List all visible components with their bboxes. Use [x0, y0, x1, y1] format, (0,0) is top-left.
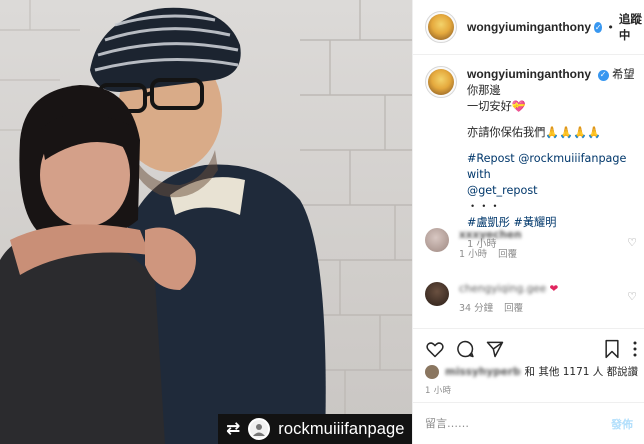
comment-meta: 1 小時 回覆 — [459, 247, 619, 262]
author-username[interactable]: wongyiuminganthony — [467, 20, 591, 34]
caption-verified-icon: ✓ — [597, 69, 609, 81]
comment-item: xxxyechen 1 小時 回覆 ♡ — [425, 228, 639, 262]
heart-icon[interactable] — [425, 339, 445, 359]
comment-box: 發佈 — [413, 402, 644, 444]
commenter-username[interactable]: chengyiqing.gee — [459, 283, 546, 295]
reply-button[interactable]: 回覆 — [498, 249, 517, 260]
liker-username[interactable]: missyhyperb — [445, 366, 521, 378]
author-avatar[interactable] — [425, 11, 457, 43]
caption: wongyiuminganthony ✓ 希望你那邊 一切安好💝 亦請你保佑我們… — [425, 66, 637, 253]
likes-text: 和 其他 1171 人 都說讚 — [524, 366, 639, 378]
caption-line-6: ・・・ — [467, 200, 501, 213]
comment-like-icon[interactable]: ♡ — [627, 236, 637, 249]
share-icon[interactable] — [485, 339, 505, 359]
caption-line-3: 亦請你保佑我們🙏🙏🙏🙏 — [467, 126, 602, 139]
reply-button[interactable]: 回覆 — [504, 303, 523, 314]
bookmark-icon[interactable] — [603, 339, 621, 359]
post-side-panel: wongyiuminganthony ✓ • 追蹤中 wongyiumingan… — [412, 0, 644, 444]
liker-avatar — [425, 364, 439, 379]
repost-account: rockmuiiifanpage — [278, 419, 405, 438]
repost-avatar — [248, 418, 271, 440]
comment-text: ❤ — [549, 283, 559, 295]
comment-time: 34 分鐘 — [459, 303, 494, 314]
comment-input[interactable] — [425, 417, 575, 430]
action-bar — [413, 328, 644, 368]
more-icon[interactable] — [628, 339, 642, 359]
comment-like-icon[interactable]: ♡ — [627, 290, 637, 303]
photo-illustration — [0, 0, 412, 444]
post-header: wongyiuminganthony ✓ • 追蹤中 — [413, 0, 644, 55]
comment-item: chengyiqing.gee ❤ 34 分鐘 回覆 ♡ — [425, 282, 639, 316]
repost-icon: ⇄ — [226, 418, 241, 439]
caption-line-2: 一切安好💝 — [467, 100, 526, 113]
post-timestamp: 1 小時 — [425, 386, 452, 396]
caption-username[interactable]: wongyiuminganthony — [467, 67, 591, 81]
caption-line-4[interactable]: #Repost @rockmuiiifanpage with — [467, 151, 637, 183]
likes-summary[interactable]: missyhyperb 和 其他 1171 人 都說讚 — [425, 364, 638, 379]
header-separator: • — [607, 20, 614, 34]
repost-badge[interactable]: ⇄ rockmuiiifanpage — [218, 414, 412, 444]
comment-icon[interactable] — [455, 339, 475, 359]
caption-line-5[interactable]: @get_repost — [467, 183, 637, 199]
caption-avatar[interactable] — [425, 66, 457, 98]
comment-time: 1 小時 — [459, 249, 488, 260]
commenter-avatar[interactable] — [425, 228, 449, 252]
post-comment-button[interactable]: 發佈 — [611, 416, 633, 432]
caption-text: wongyiuminganthony ✓ 希望你那邊 一切安好💝 亦請你保佑我們… — [467, 66, 637, 253]
verified-badge-icon: ✓ — [594, 21, 603, 33]
commenter-avatar[interactable] — [425, 282, 449, 306]
comment-meta: 34 分鐘 回覆 — [459, 301, 619, 316]
commenter-username[interactable]: xxxyechen — [459, 229, 522, 241]
following-button[interactable]: 追蹤中 — [619, 11, 644, 43]
post-photo[interactable]: ⇄ rockmuiiifanpage — [0, 0, 412, 444]
